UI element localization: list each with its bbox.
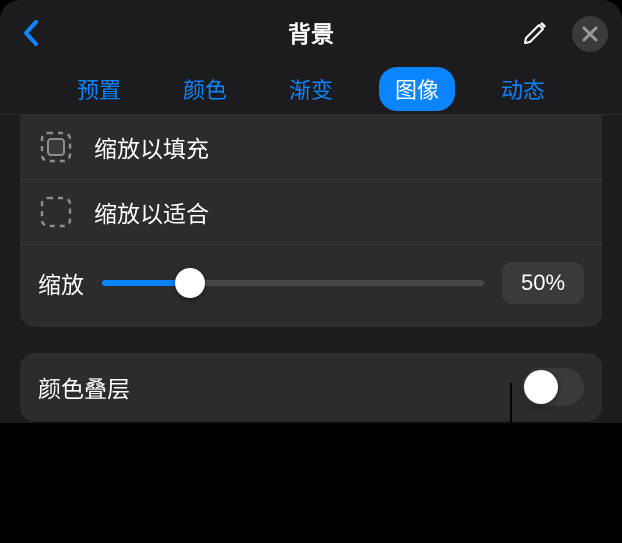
tab-bar: 预置 颜色 渐变 图像 动态 — [0, 64, 622, 115]
scale-slider[interactable] — [102, 280, 484, 286]
scale-to-fit-icon — [38, 194, 74, 230]
eyedropper-button[interactable] — [518, 16, 552, 50]
tab-image[interactable]: 图像 — [379, 67, 455, 111]
close-button[interactable] — [572, 16, 608, 52]
overlay-label: 颜色叠层 — [38, 370, 522, 404]
tab-preset[interactable]: 预置 — [61, 67, 137, 111]
slider-label: 缩放 — [38, 266, 84, 300]
overlay-group: 颜色叠层 — [20, 353, 602, 421]
option-scale-to-fit[interactable]: 缩放以适合 — [20, 179, 602, 244]
chevron-left-icon — [22, 19, 40, 47]
switch-knob — [524, 370, 558, 404]
scale-options-group: 缩放以填充 缩放以适合 缩放 50% — [20, 115, 602, 327]
eyedropper-icon — [520, 18, 550, 48]
callout-line — [510, 383, 512, 463]
background-panel: 背景 预置 颜色 渐变 图像 动态 — [0, 0, 622, 543]
tab-gradient[interactable]: 渐变 — [273, 67, 349, 111]
close-icon — [582, 26, 598, 42]
color-overlay-row: 颜色叠层 — [20, 353, 602, 421]
option-label: 缩放以适合 — [94, 195, 584, 229]
tab-dynamic[interactable]: 动态 — [485, 67, 561, 111]
tab-color[interactable]: 颜色 — [167, 67, 243, 111]
panel-title: 背景 — [288, 15, 334, 49]
color-overlay-switch[interactable] — [522, 368, 584, 406]
content-area: 缩放以填充 缩放以适合 缩放 50% — [0, 115, 622, 421]
scale-value[interactable]: 50% — [502, 262, 584, 304]
scale-to-fill-icon — [38, 129, 74, 165]
panel-header: 背景 — [0, 0, 622, 64]
scale-slider-row: 缩放 50% — [20, 244, 602, 327]
back-button[interactable] — [14, 16, 48, 50]
option-scale-to-fill[interactable]: 缩放以填充 — [20, 115, 602, 179]
option-label: 缩放以填充 — [94, 130, 584, 164]
slider-thumb[interactable] — [175, 268, 205, 298]
bottom-mask — [0, 423, 622, 543]
